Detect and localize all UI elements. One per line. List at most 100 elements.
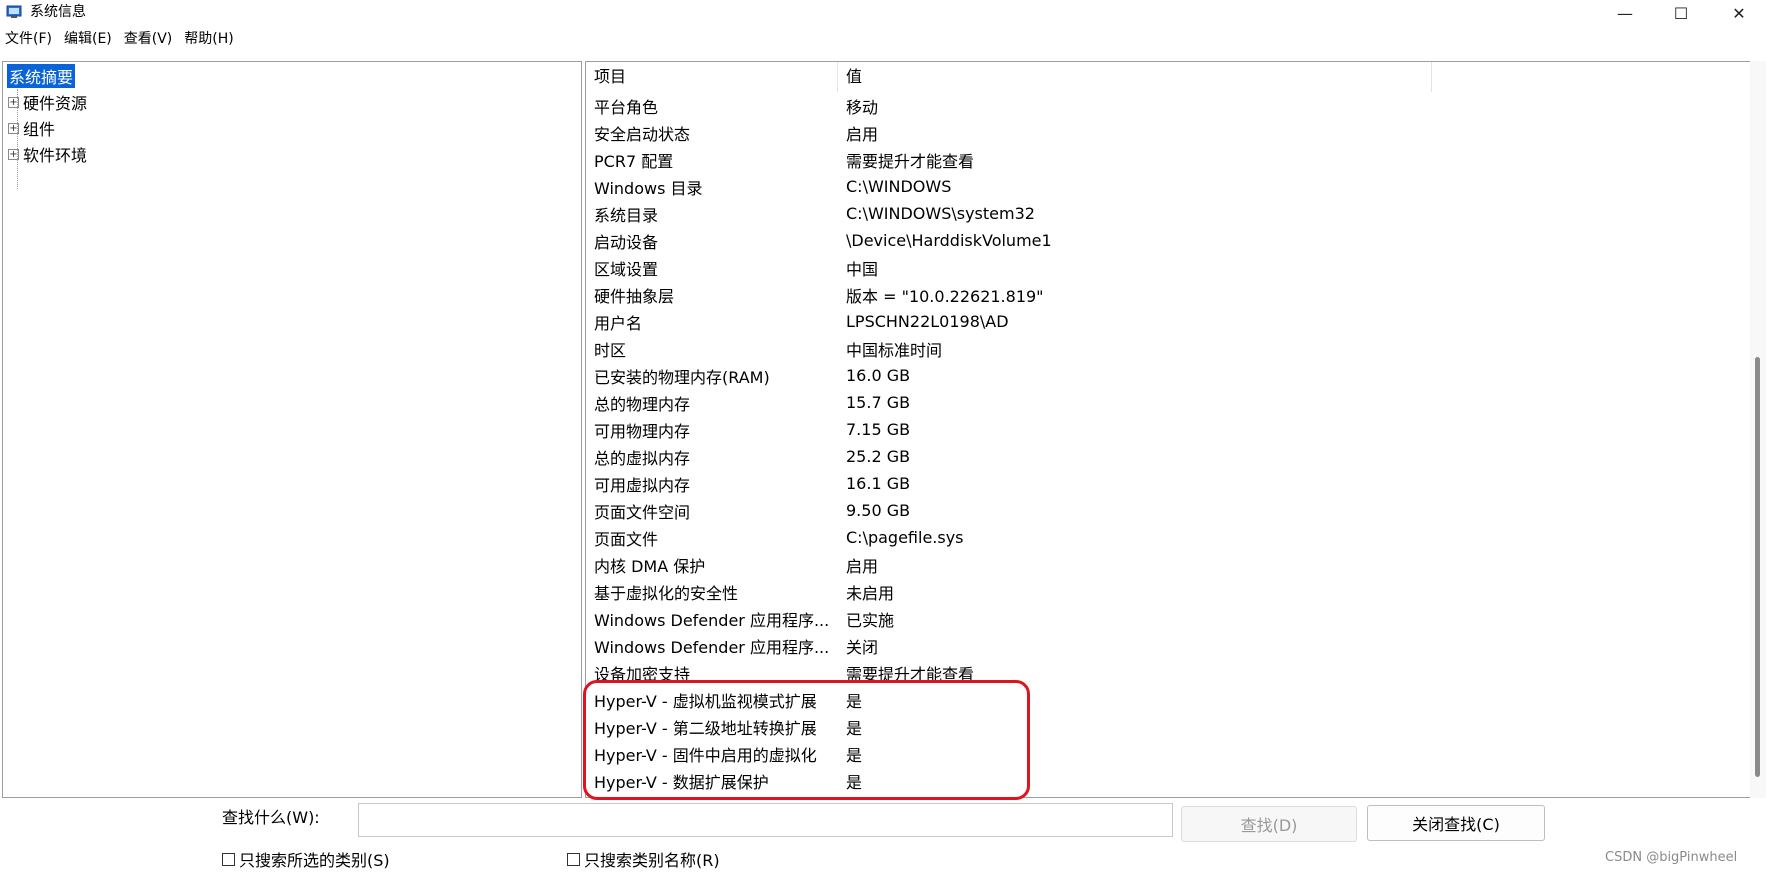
table-row[interactable]: 内核 DMA 保护 启用 <box>586 551 1716 578</box>
row-item: 时区 <box>594 340 627 360</box>
table-row[interactable]: 用户名 LPSCHN22L0198\AD <box>586 308 1716 335</box>
row-value: 未启用 <box>846 583 895 603</box>
close-window-button[interactable]: ✕ <box>1716 0 1762 26</box>
menu-view[interactable]: 查看(V) <box>119 28 180 52</box>
table-row[interactable]: Hyper-V - 数据扩展保护 是 <box>586 767 1716 794</box>
row-value: C:\WINDOWS <box>846 177 952 196</box>
row-value: 16.0 GB <box>846 366 911 385</box>
table-row[interactable]: Hyper-V - 虚拟机监视模式扩展 是 <box>586 686 1716 713</box>
row-item: 设备加密支持 <box>594 664 691 684</box>
find-button[interactable]: 查找(D) <box>1181 806 1357 842</box>
row-item: 总的虚拟内存 <box>594 448 691 468</box>
checkbox-label: 只搜索所选的类别(S) <box>239 851 390 870</box>
minimize-button[interactable]: — <box>1602 0 1648 26</box>
table-row[interactable]: Hyper-V - 固件中启用的虚拟化 是 <box>586 740 1716 767</box>
row-item: 总的物理内存 <box>594 394 691 414</box>
table-row[interactable]: 可用物理内存 7.15 GB <box>586 416 1716 443</box>
tree-item-software-environment[interactable]: + 软件环境 <box>3 142 87 166</box>
row-item: Hyper-V - 第二级地址转换扩展 <box>594 718 817 738</box>
table-row[interactable]: 启动设备 \Device\HarddiskVolume1 <box>586 227 1716 254</box>
table-row[interactable]: PCR7 配置 需要提升才能查看 <box>586 146 1716 173</box>
details-list[interactable]: 项目 值 平台角色 移动 安全启动状态 启用 PCR7 配置 需要提升才能查看 Window… <box>585 61 1752 798</box>
list-header: 项目 值 <box>586 62 1751 92</box>
menu-bar: 文件(F) 编辑(E) 查看(V) 帮助(H) <box>0 28 241 52</box>
category-tree[interactable]: 系统摘要 + 硬件资源 + 组件 + 软件环境 <box>2 61 582 798</box>
search-category-names-option[interactable]: 只搜索类别名称(R) <box>567 848 720 870</box>
maximize-button[interactable]: ☐ <box>1658 0 1704 26</box>
table-row[interactable]: 系统目录 C:\WINDOWS\system32 <box>586 200 1716 227</box>
row-value: 启用 <box>846 556 879 576</box>
table-row[interactable]: 时区 中国标准时间 <box>586 335 1716 362</box>
row-value: 是 <box>846 691 863 711</box>
minimize-icon: — <box>1617 3 1633 23</box>
expand-icon[interactable]: + <box>8 96 19 108</box>
row-value: C:\WINDOWS\system32 <box>846 204 1035 223</box>
table-row[interactable]: Hyper-V - 第二级地址转换扩展 是 <box>586 713 1716 740</box>
table-row[interactable]: Windows Defender 应用程序... 已实施 <box>586 605 1716 632</box>
row-value: 中国 <box>846 259 879 279</box>
checkbox[interactable] <box>567 852 580 866</box>
expand-icon[interactable]: + <box>8 122 19 134</box>
row-item: 硬件抽象层 <box>594 286 675 306</box>
checkbox-label: 只搜索类别名称(R) <box>584 851 720 870</box>
menu-help[interactable]: 帮助(H) <box>179 28 240 52</box>
table-row[interactable]: 基于虚拟化的安全性 未启用 <box>586 578 1716 605</box>
row-item: Hyper-V - 虚拟机监视模式扩展 <box>594 691 817 711</box>
table-row[interactable]: 硬件抽象层 版本 = "10.0.22621.819" <box>586 281 1716 308</box>
row-item: Windows Defender 应用程序... <box>594 637 830 657</box>
row-item: Windows Defender 应用程序... <box>594 610 830 630</box>
row-item: 启动设备 <box>594 232 659 252</box>
checkbox[interactable] <box>222 852 235 866</box>
table-row[interactable]: 总的物理内存 15.7 GB <box>586 389 1716 416</box>
search-selected-category-option[interactable]: 只搜索所选的类别(S) <box>222 848 390 870</box>
table-row[interactable]: 区域设置 中国 <box>586 254 1716 281</box>
close-find-button[interactable]: 关闭查找(C) <box>1367 805 1545 841</box>
find-what-input[interactable] <box>358 803 1173 837</box>
row-item: 已安装的物理内存(RAM) <box>594 367 770 387</box>
row-value: 是 <box>846 772 863 792</box>
table-row[interactable]: 设备加密支持 需要提升才能查看 <box>586 659 1716 686</box>
table-row[interactable]: 页面文件 C:\pagefile.sys <box>586 524 1716 551</box>
scrollbar-thumb[interactable] <box>1755 357 1760 777</box>
table-row[interactable]: 安全启动状态 启用 <box>586 119 1716 146</box>
row-item: 基于虚拟化的安全性 <box>594 583 739 603</box>
table-row[interactable]: 总的虚拟内存 25.2 GB <box>586 443 1716 470</box>
table-row[interactable]: 页面文件空间 9.50 GB <box>586 497 1716 524</box>
tree-item-system-summary[interactable]: 系统摘要 <box>7 64 76 88</box>
tree-item-label: 系统摘要 <box>7 64 76 88</box>
row-value: 启用 <box>846 124 879 144</box>
row-item: Windows 目录 <box>594 178 703 198</box>
table-row[interactable]: Windows 目录 C:\WINDOWS <box>586 173 1716 200</box>
table-row[interactable]: 平台角色 移动 <box>586 92 1716 119</box>
row-value: 版本 = "10.0.22621.819" <box>846 286 1044 306</box>
row-value: C:\pagefile.sys <box>846 528 964 547</box>
row-item: PCR7 配置 <box>594 151 674 171</box>
column-header-value[interactable]: 值 <box>838 62 1432 92</box>
row-value: 7.15 GB <box>846 420 911 439</box>
table-row[interactable]: Windows Defender 应用程序... 关闭 <box>586 632 1716 659</box>
menu-edit[interactable]: 编辑(E) <box>59 28 119 52</box>
row-value: 中国标准时间 <box>846 340 943 360</box>
table-row[interactable]: 已安装的物理内存(RAM) 16.0 GB <box>586 362 1716 389</box>
row-item: Hyper-V - 数据扩展保护 <box>594 772 769 792</box>
tree-item-components[interactable]: + 组件 <box>3 116 55 140</box>
table-row[interactable]: 可用虚拟内存 16.1 GB <box>586 470 1716 497</box>
menu-file[interactable]: 文件(F) <box>0 28 59 52</box>
row-value: 是 <box>846 718 863 738</box>
row-item: 系统目录 <box>594 205 659 225</box>
watermark: CSDN @bigPinwheel <box>1605 850 1738 865</box>
row-item: 平台角色 <box>594 97 659 117</box>
row-value: 已实施 <box>846 610 895 630</box>
system-info-app-icon <box>6 5 22 18</box>
row-item: 区域设置 <box>594 259 659 279</box>
row-item: 用户名 <box>594 313 643 333</box>
tree-item-label: 硬件资源 <box>23 94 88 113</box>
expand-icon[interactable]: + <box>8 148 19 160</box>
tree-item-hardware-resources[interactable]: + 硬件资源 <box>3 90 87 114</box>
column-header-item[interactable]: 项目 <box>586 62 838 92</box>
row-value: LPSCHN22L0198\AD <box>846 312 1009 331</box>
vertical-scrollbar[interactable] <box>1750 61 1766 798</box>
window-title: 系统信息 <box>30 4 86 20</box>
row-value: 25.2 GB <box>846 447 911 466</box>
maximize-icon: ☐ <box>1673 3 1689 23</box>
